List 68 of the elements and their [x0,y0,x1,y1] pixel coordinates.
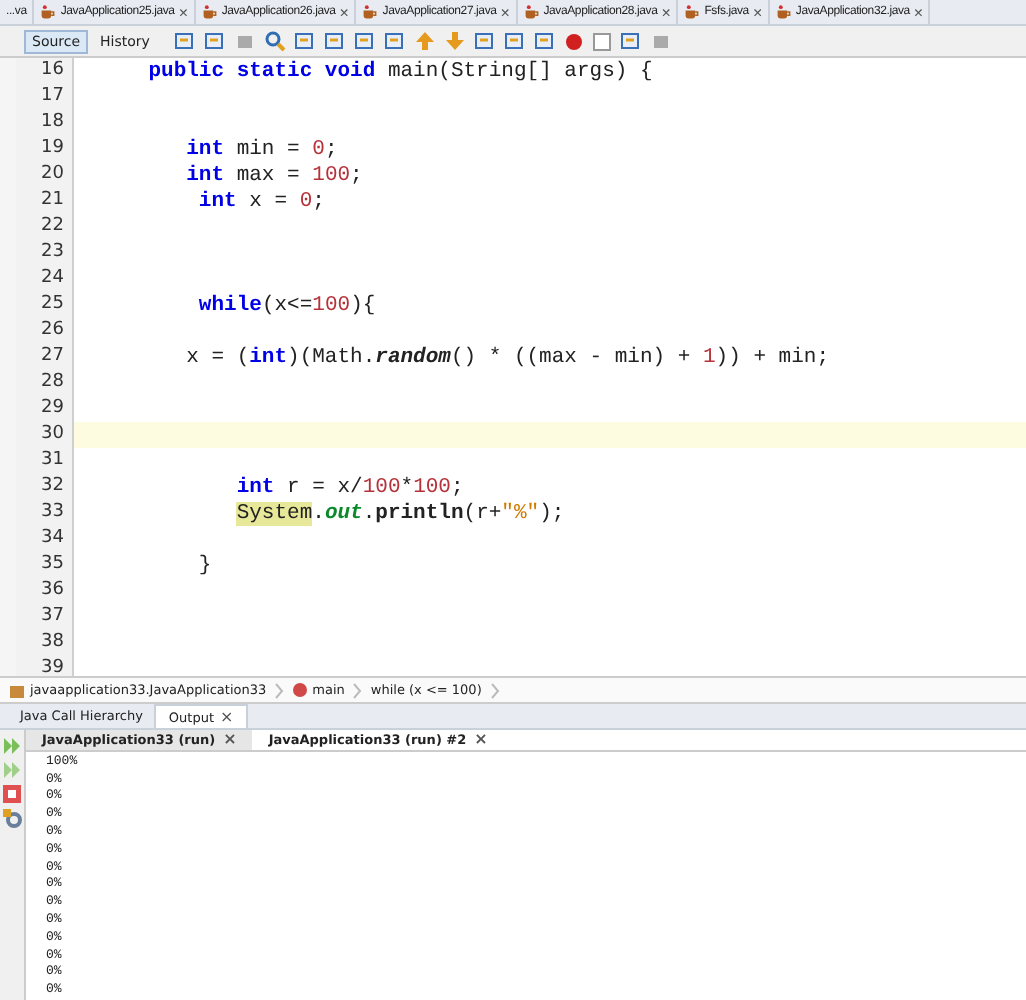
toolbar-icon[interactable] [383,30,406,52]
line-number: 29 [16,396,74,422]
code-line: } [196,553,212,577]
settings-icon[interactable] [2,808,22,828]
line-number: 39 [16,656,74,676]
line-number: 33 [16,500,74,526]
coffee-cup-icon [362,4,379,20]
line-number: 38 [16,630,74,656]
close-button[interactable]: × [500,3,510,21]
close-button[interactable]: × [220,708,234,726]
close-button[interactable]: × [178,3,188,21]
line-number: 31 [16,448,74,474]
line-number: 25 [16,292,74,318]
code-line: int max = 100; [184,163,363,187]
coffee-cup-icon [684,4,701,20]
close-button[interactable]: × [474,730,488,749]
line-number: 19 [16,136,74,162]
method-icon [292,682,309,698]
coffee-cup-icon [40,4,57,20]
toolbar-icon[interactable] [173,30,196,52]
line-number: 36 [16,578,74,604]
line-number: 23 [16,240,74,266]
toolbar-icon[interactable] [203,30,226,52]
code-line: while(x<=100){ [196,293,376,317]
code-line: int x = 0; [196,189,325,213]
stop-icon[interactable] [2,784,22,804]
line-number: 34 [16,526,74,552]
toolbar-icon[interactable] [473,30,496,52]
record-icon[interactable] [563,31,584,51]
code-line: int min = 0; [184,137,338,161]
toolbar-icon[interactable] [323,30,346,52]
chevron-icon [274,681,285,699]
line-number: 18 [16,110,74,136]
line-number: 22 [16,214,74,240]
line-number: 20 [16,162,74,188]
chevron-icon [489,681,500,699]
close-button[interactable]: × [339,3,349,21]
close-button[interactable]: × [752,3,762,21]
chevron-icon [352,681,363,699]
close-button[interactable]: × [223,730,237,749]
package-icon [8,681,26,699]
line-number: 26 [16,318,74,344]
line-number: 32 [16,474,74,500]
code-line: public static void main(String[] args) { [146,59,653,83]
toolbar-icon[interactable] [293,30,316,52]
toolbar-icon[interactable] [619,30,642,52]
close-button[interactable]: × [661,3,671,21]
toolbar-icon[interactable] [503,30,526,52]
line-number: 17 [16,84,74,110]
coffee-cup-icon [775,4,792,20]
line-number: 37 [16,604,74,630]
coffee-cup-icon [523,4,540,20]
close-button[interactable]: × [913,3,923,21]
line-number: 35 [16,552,74,578]
search-icon[interactable] [263,30,286,52]
line-number: 24 [16,266,74,292]
code-line: System.out.println(r+"%"); [234,501,565,525]
line-number: 27 [16,344,74,370]
toolbar-icon[interactable] [533,30,556,52]
line-number: 16 [16,58,74,84]
code-line: int r = x/100*100; [234,475,464,499]
toolbar-icon[interactable] [353,30,376,52]
square-icon[interactable] [591,31,612,51]
line-number: 28 [16,370,74,396]
coffee-cup-icon [201,4,218,20]
line-number: 21 [16,188,74,214]
line-number: 30 [16,422,74,448]
code-line: x = (int)(Math.random() * ((max - min) + 1)) + min; [184,345,830,369]
